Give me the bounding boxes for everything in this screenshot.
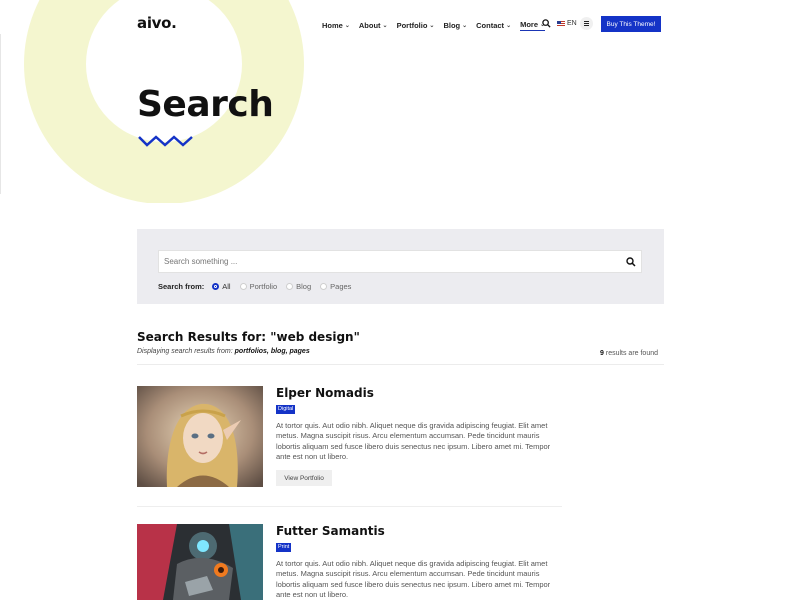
view-portfolio-button[interactable]: View Portfolio (276, 470, 332, 486)
search-submit-icon[interactable] (626, 257, 636, 267)
radio-label: Blog (296, 282, 312, 291)
results-sources-list: portfolios, blog, pages (234, 348, 310, 355)
radio-icon (239, 283, 247, 290)
nav-item-label: About (358, 20, 381, 30)
results-sources-prefix: Displaying search results from: (137, 348, 233, 355)
left-divider (0, 34, 1, 194)
site-logo[interactable]: aivo. (137, 14, 177, 32)
zigzag-decoration (138, 135, 193, 147)
radio-icon (212, 283, 220, 290)
result-tag[interactable]: Print (276, 543, 292, 552)
filter-radio-blog[interactable]: Blog (286, 282, 311, 291)
page-title: Search (137, 84, 274, 125)
nav-item-about[interactable]: About ⌄ (359, 19, 388, 31)
chevron-down-icon: ⌄ (429, 22, 435, 29)
language-label: EN (567, 20, 577, 27)
nav-item-contact[interactable]: Contact ⌄ (476, 19, 511, 31)
result-title[interactable]: Elper Nomadis (276, 386, 374, 400)
flag-icon (557, 21, 565, 26)
search-input[interactable] (159, 251, 641, 272)
nav-item-label: Home (322, 20, 343, 30)
results-count-suffix: results are found (605, 350, 659, 357)
language-switcher[interactable]: EN (557, 20, 577, 27)
result-thumbnail[interactable] (137, 524, 263, 600)
result-item: Futter Samantis Print At tortor quis. Au… (137, 524, 567, 600)
search-from-label: Search from: (158, 282, 205, 291)
filter-radio-portfolio[interactable]: Portfolio (239, 282, 278, 291)
result-thumbnail[interactable] (137, 386, 263, 487)
radio-label: Portfolio (249, 282, 278, 291)
result-description: At tortor quis. Aut odio nibh. Aliquet n… (276, 421, 551, 461)
filter-radio-all[interactable]: All (212, 282, 231, 291)
search-field (158, 250, 642, 273)
radio-label: All (222, 282, 231, 291)
search-filter: Search from: All Portfolio Blog Pages (158, 282, 360, 291)
chevron-down-icon: ⌄ (382, 22, 388, 29)
nav-item-home[interactable]: Home ⌄ (322, 19, 350, 31)
result-tag[interactable]: Digital (276, 405, 296, 414)
result-item: Elper Nomadis Digital At tortor quis. Au… (137, 386, 567, 487)
nav-item-blog[interactable]: Blog ⌄ (443, 19, 467, 31)
menu-icon[interactable] (580, 17, 593, 30)
chevron-down-icon: ⌄ (506, 22, 512, 29)
results-sources: Displaying search results from: portfoli… (137, 348, 310, 355)
radio-label: Pages (330, 282, 352, 291)
results-heading: Search Results for: "web design" (137, 330, 360, 344)
result-title[interactable]: Futter Samantis (276, 524, 385, 538)
chevron-down-icon: ⌄ (462, 22, 468, 29)
nav-item-label: Contact (476, 20, 505, 30)
nav-item-portfolio[interactable]: Portfolio ⌄ (397, 19, 435, 31)
divider (137, 364, 664, 365)
buy-theme-button[interactable]: Buy This Theme! (601, 16, 661, 32)
results-count: 9 results are found (600, 350, 658, 357)
results-count-number: 9 (600, 350, 604, 357)
filter-radio-pages[interactable]: Pages (320, 282, 351, 291)
divider (137, 506, 562, 507)
chevron-down-icon: ⌄ (344, 22, 350, 29)
nav-item-label: Portfolio (396, 20, 428, 30)
nav-item-label: More (520, 19, 539, 29)
search-icon[interactable] (542, 19, 551, 28)
search-panel: Search from: All Portfolio Blog Pages (137, 229, 664, 304)
main-nav: Home ⌄ About ⌄ Portfolio ⌄ Blog ⌄ Contac… (322, 19, 554, 31)
result-description: At tortor quis. Aut odio nibh. Aliquet n… (276, 559, 551, 599)
nav-item-label: Blog (443, 20, 461, 30)
radio-icon (286, 283, 294, 290)
radio-icon (320, 283, 328, 290)
